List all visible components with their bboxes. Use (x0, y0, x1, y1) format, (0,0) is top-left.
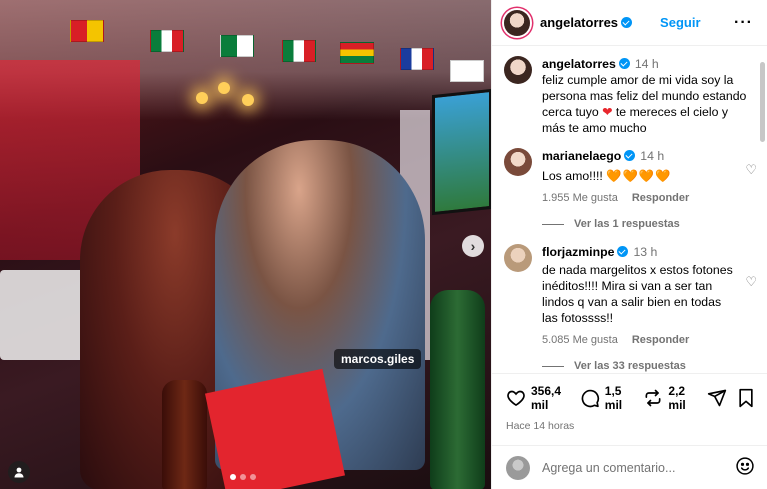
avatar[interactable] (504, 148, 532, 176)
comment-meta: 1.955 Me gusta Responder (542, 190, 753, 206)
view-replies[interactable]: Ver las 1 respuestas (542, 218, 753, 230)
comment-button[interactable]: 1,5 mil (580, 384, 628, 412)
instagram-post: marcos.giles › angelatorres Seguir ··· a… (0, 0, 767, 489)
verified-badge-icon (618, 58, 630, 69)
comment-body: florjazminpe 13 h de nada margelitos x es… (542, 244, 753, 348)
carousel-dot (250, 474, 256, 480)
user-tag-label[interactable]: marcos.giles (334, 349, 422, 369)
post-sidebar: angelatorres Seguir ··· angelatorres 14 h… (491, 0, 767, 489)
repost-count[interactable]: 2,2 mil (668, 384, 691, 412)
red-heart-emoji: ❤ (602, 105, 613, 119)
chevron-right-icon: › (470, 238, 476, 254)
carousel-dot (240, 474, 246, 480)
verified-badge-icon (624, 150, 636, 161)
comment-item: marianelaego 14 h Los amo!!!! 🧡🧡🧡🧡 1.955 … (504, 148, 757, 206)
flag-decoration (150, 30, 184, 52)
comment-composer (492, 445, 767, 489)
avatar[interactable] (504, 9, 530, 36)
reply-button[interactable]: Responder (632, 332, 689, 348)
follow-button[interactable]: Seguir (660, 15, 700, 30)
comment-likes[interactable]: 5.085 Me gusta (542, 332, 618, 348)
emoji-icon[interactable] (735, 456, 755, 479)
caption-username[interactable]: angelatorres (542, 57, 616, 71)
flag-decoration (282, 40, 316, 62)
comment-meta: 5.085 Me gusta Responder (542, 332, 753, 348)
comments-scrollbar[interactable] (760, 62, 765, 142)
heart-outline-icon[interactable]: ♡ (745, 162, 757, 178)
heart-icon (506, 388, 526, 408)
comments-section[interactable]: angelatorres 14 h feliz cumple amor de mi… (492, 46, 767, 373)
orange-heart-emoji: 🧡🧡🧡🧡 (606, 169, 672, 183)
photo-tv (432, 88, 491, 216)
comment-input[interactable] (542, 460, 735, 475)
comment-item: florjazminpe 13 h de nada margelitos x es… (504, 244, 757, 348)
divider (542, 223, 564, 225)
like-count[interactable]: 356,4 mil (531, 384, 564, 412)
carousel-dots (230, 474, 256, 480)
carousel-next-button[interactable]: › (462, 235, 484, 257)
lamp-light (196, 92, 208, 104)
post-photo[interactable]: marcos.giles › (0, 0, 491, 489)
share-icon[interactable] (707, 388, 727, 408)
heart-outline-icon[interactable]: ♡ (745, 274, 757, 290)
flag-decoration (340, 42, 374, 64)
reply-button[interactable]: Responder (632, 190, 689, 206)
action-row: 356,4 mil 1,5 mil 2,2 mil (506, 384, 755, 412)
repost-icon (643, 388, 663, 408)
avatar[interactable] (504, 244, 532, 272)
flag-decoration (400, 48, 434, 70)
comment-text: de nada margelitos x estos fotones inédi… (542, 263, 733, 325)
tagged-users-button[interactable] (8, 461, 30, 483)
flag-decoration (450, 60, 484, 82)
post-actions: 356,4 mil 1,5 mil 2,2 mil Hace 14 horas (492, 373, 767, 432)
comment-body: marianelaego 14 h Los amo!!!! 🧡🧡🧡🧡 1.955 … (542, 148, 753, 206)
comment-time: 14 h (640, 149, 665, 163)
comment-icon (580, 388, 600, 408)
like-button[interactable]: 356,4 mil (506, 384, 564, 412)
repost-button[interactable]: 2,2 mil (643, 384, 691, 412)
view-replies-label[interactable]: Ver las 33 respuestas (574, 360, 686, 372)
lamp-light (218, 82, 230, 94)
view-replies-label[interactable]: Ver las 1 respuestas (574, 218, 680, 230)
comment-time: 13 h (633, 245, 658, 259)
carousel-dot (230, 474, 236, 480)
avatar[interactable] (504, 56, 532, 84)
view-replies[interactable]: Ver las 33 respuestas (542, 360, 753, 372)
more-horizontal-icon[interactable]: ··· (734, 14, 753, 32)
comment-username[interactable]: marianelaego (542, 149, 621, 163)
photo-bottle (430, 290, 485, 489)
comment-text: Los amo!!!! (542, 169, 603, 183)
flag-decoration (220, 35, 254, 57)
bookmark-icon[interactable] (737, 388, 755, 408)
lamp-light (242, 94, 254, 106)
post-header: angelatorres Seguir ··· (492, 0, 767, 46)
verified-badge-icon (617, 246, 629, 257)
caption-time[interactable]: 14 h (635, 57, 659, 71)
caption-body: angelatorres 14 h feliz cumple amor de mi… (542, 56, 753, 136)
verified-badge-icon (621, 17, 633, 28)
user-icon (14, 467, 24, 478)
comment-count[interactable]: 1,5 mil (605, 384, 628, 412)
posted-time[interactable]: Hace 14 horas (506, 420, 755, 432)
caption: angelatorres 14 h feliz cumple amor de mi… (504, 56, 753, 136)
flag-decoration (70, 20, 104, 42)
avatar (506, 455, 530, 480)
header-username[interactable]: angelatorres (540, 15, 618, 30)
photo-bottle (162, 380, 207, 489)
comment-likes[interactable]: 1.955 Me gusta (542, 190, 618, 206)
divider (542, 365, 564, 367)
comment-username[interactable]: florjazminpe (542, 245, 614, 259)
